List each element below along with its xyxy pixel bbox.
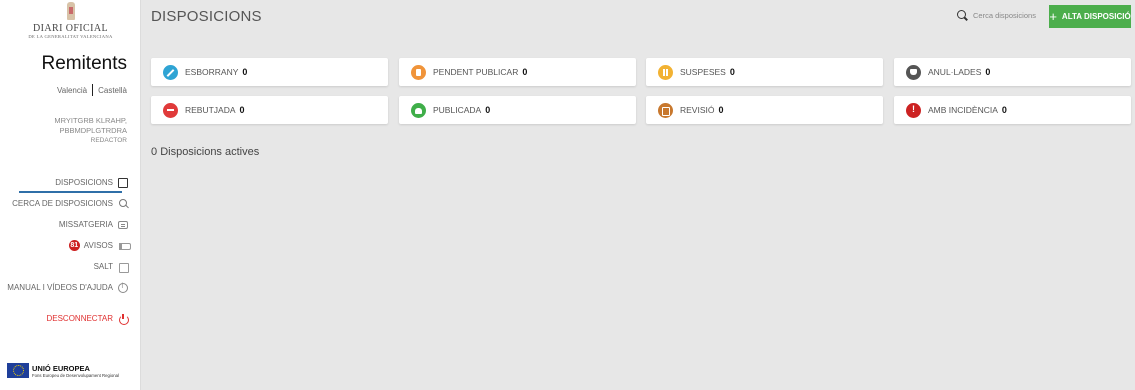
status-card-publicada[interactable]: PUBLICADA 0 [399, 96, 636, 124]
emblem-icon [66, 2, 75, 20]
status-label: ESBORRANY [185, 67, 239, 77]
sidebar-item-salt[interactable]: SALT [7, 261, 129, 273]
status-label: PENDENT PUBLICAR [433, 67, 519, 77]
language-switcher: Valencià Castellà [57, 84, 127, 96]
search-input[interactable] [973, 11, 1053, 20]
status-card-esborrany[interactable]: ESBORRANY 0 [151, 58, 388, 86]
status-label: ANUL·LADES [928, 67, 982, 77]
status-count: 0 [522, 67, 528, 77]
active-count-value: 0 [151, 146, 158, 158]
salt-icon [118, 262, 129, 273]
status-count: 0 [242, 67, 248, 77]
new-disposition-button[interactable]: + ALTA DISPOSICIÓ [1049, 5, 1131, 28]
minus-icon [163, 102, 178, 118]
pencil-icon [163, 64, 178, 80]
status-count: 0 [729, 67, 735, 77]
status-card-pendent-publicar[interactable]: PENDENT PUBLICAR 0 [399, 58, 636, 86]
sidebar-item-label: MANUAL I VÍDEOS D'AJUDA [7, 283, 113, 292]
status-card-rebutjada[interactable]: REBUTJADA 0 [151, 96, 388, 124]
logout-button[interactable]: DESCONNECTAR [7, 313, 129, 325]
status-label: PUBLICADA [433, 105, 482, 115]
user-name-line2: PBBMDPLGTRDRA [59, 125, 127, 135]
user-role: REDACTOR [90, 137, 127, 144]
status-count: 0 [239, 105, 245, 115]
pause-icon [658, 64, 673, 80]
page-title: DISPOSICIONS [151, 8, 262, 25]
sidebar-nav: DISPOSICIONS CERCA DE DISPOSICIONS MISSA… [7, 177, 131, 334]
message-icon [118, 220, 128, 229]
status-card-suspeses[interactable]: SUSPESES 0 [646, 58, 883, 86]
help-icon [118, 282, 128, 293]
lang-castella[interactable]: Castellà [98, 86, 127, 95]
notification-badge: 81 [68, 240, 80, 251]
file-icon [411, 64, 426, 80]
status-label: AMB INCIDÈNCIA [928, 105, 998, 115]
status-count: 0 [985, 67, 991, 77]
search-icon [118, 198, 128, 209]
power-icon [118, 313, 129, 325]
status-label: SUSPESES [680, 67, 726, 77]
user-name-line1: MRYITGRB KLRAHP, [54, 116, 127, 125]
thumbs-down-icon [906, 64, 921, 80]
lang-valencia[interactable]: Valencià [57, 86, 87, 95]
user-info: MRYITGRB KLRAHP, PBBMDPLGTRDRA REDACTOR [54, 116, 127, 146]
sidebar: DIARI OFICIAL DE LA GENERALITAT VALENCIA… [0, 0, 141, 390]
eu-funding-logo: UNIÓ EUROPEA Fons Europeu de Desenvolupa… [7, 363, 119, 378]
active-count-label: Disposicions actives [160, 146, 260, 158]
eu-subtitle: Fons Europeu de Desenvolupament Regional [32, 372, 119, 378]
logo-title: DIARI OFICIAL [33, 23, 108, 34]
lang-divider [92, 84, 94, 96]
sidebar-item-label: MISSATGERIA [58, 220, 113, 229]
thumbs-up-icon [411, 102, 426, 118]
status-count: 0 [1001, 105, 1007, 115]
search-icon[interactable] [957, 10, 968, 21]
plus-icon: + [1049, 8, 1057, 24]
logo-subtitle: DE LA GENERALITAT VALENCIANA [28, 34, 113, 39]
sidebar-item-label: DISPOSICIONS [55, 178, 113, 187]
logout-label: DESCONNECTAR [46, 314, 113, 323]
document-icon [118, 177, 128, 188]
sidebar-item-manual[interactable]: MANUAL I VÍDEOS D'AJUDA [7, 282, 128, 293]
warning-icon [906, 102, 921, 118]
status-label: REVISIÓ [680, 105, 715, 115]
review-icon [658, 102, 673, 118]
status-card-amb-incidencia[interactable]: AMB INCIDÈNCIA 0 [894, 96, 1131, 124]
active-dispositions-summary: 0 Disposicions actives [151, 146, 259, 158]
status-count: 0 [718, 105, 724, 115]
status-card-revisio[interactable]: REVISIÓ 0 [646, 96, 883, 124]
sidebar-heading: Remitents [41, 53, 127, 74]
sidebar-item-label: CERCA DE DISPOSICIONS [12, 199, 113, 208]
status-card-anullades[interactable]: ANUL·LADES 0 [894, 58, 1131, 86]
eu-flag-icon [7, 363, 29, 378]
status-count: 0 [485, 105, 491, 115]
search-box [957, 10, 1053, 21]
sidebar-item-label: SALT [93, 262, 113, 271]
new-disposition-label: ALTA DISPOSICIÓ [1061, 12, 1131, 21]
logo[interactable]: DIARI OFICIAL DE LA GENERALITAT VALENCIA… [0, 2, 141, 39]
sidebar-item-missatgeria[interactable]: MISSATGERIA [7, 219, 128, 230]
sidebar-item-avisos[interactable]: 81 AVISOS [7, 240, 131, 251]
sidebar-item-disposicions[interactable]: DISPOSICIONS [7, 177, 128, 188]
sidebar-item-label: AVISOS [83, 241, 113, 250]
megaphone-icon [118, 241, 131, 251]
eu-title: UNIÓ EUROPEA [32, 363, 90, 373]
sidebar-item-cerca[interactable]: CERCA DE DISPOSICIONS [7, 198, 128, 209]
status-label: REBUTJADA [185, 105, 236, 115]
